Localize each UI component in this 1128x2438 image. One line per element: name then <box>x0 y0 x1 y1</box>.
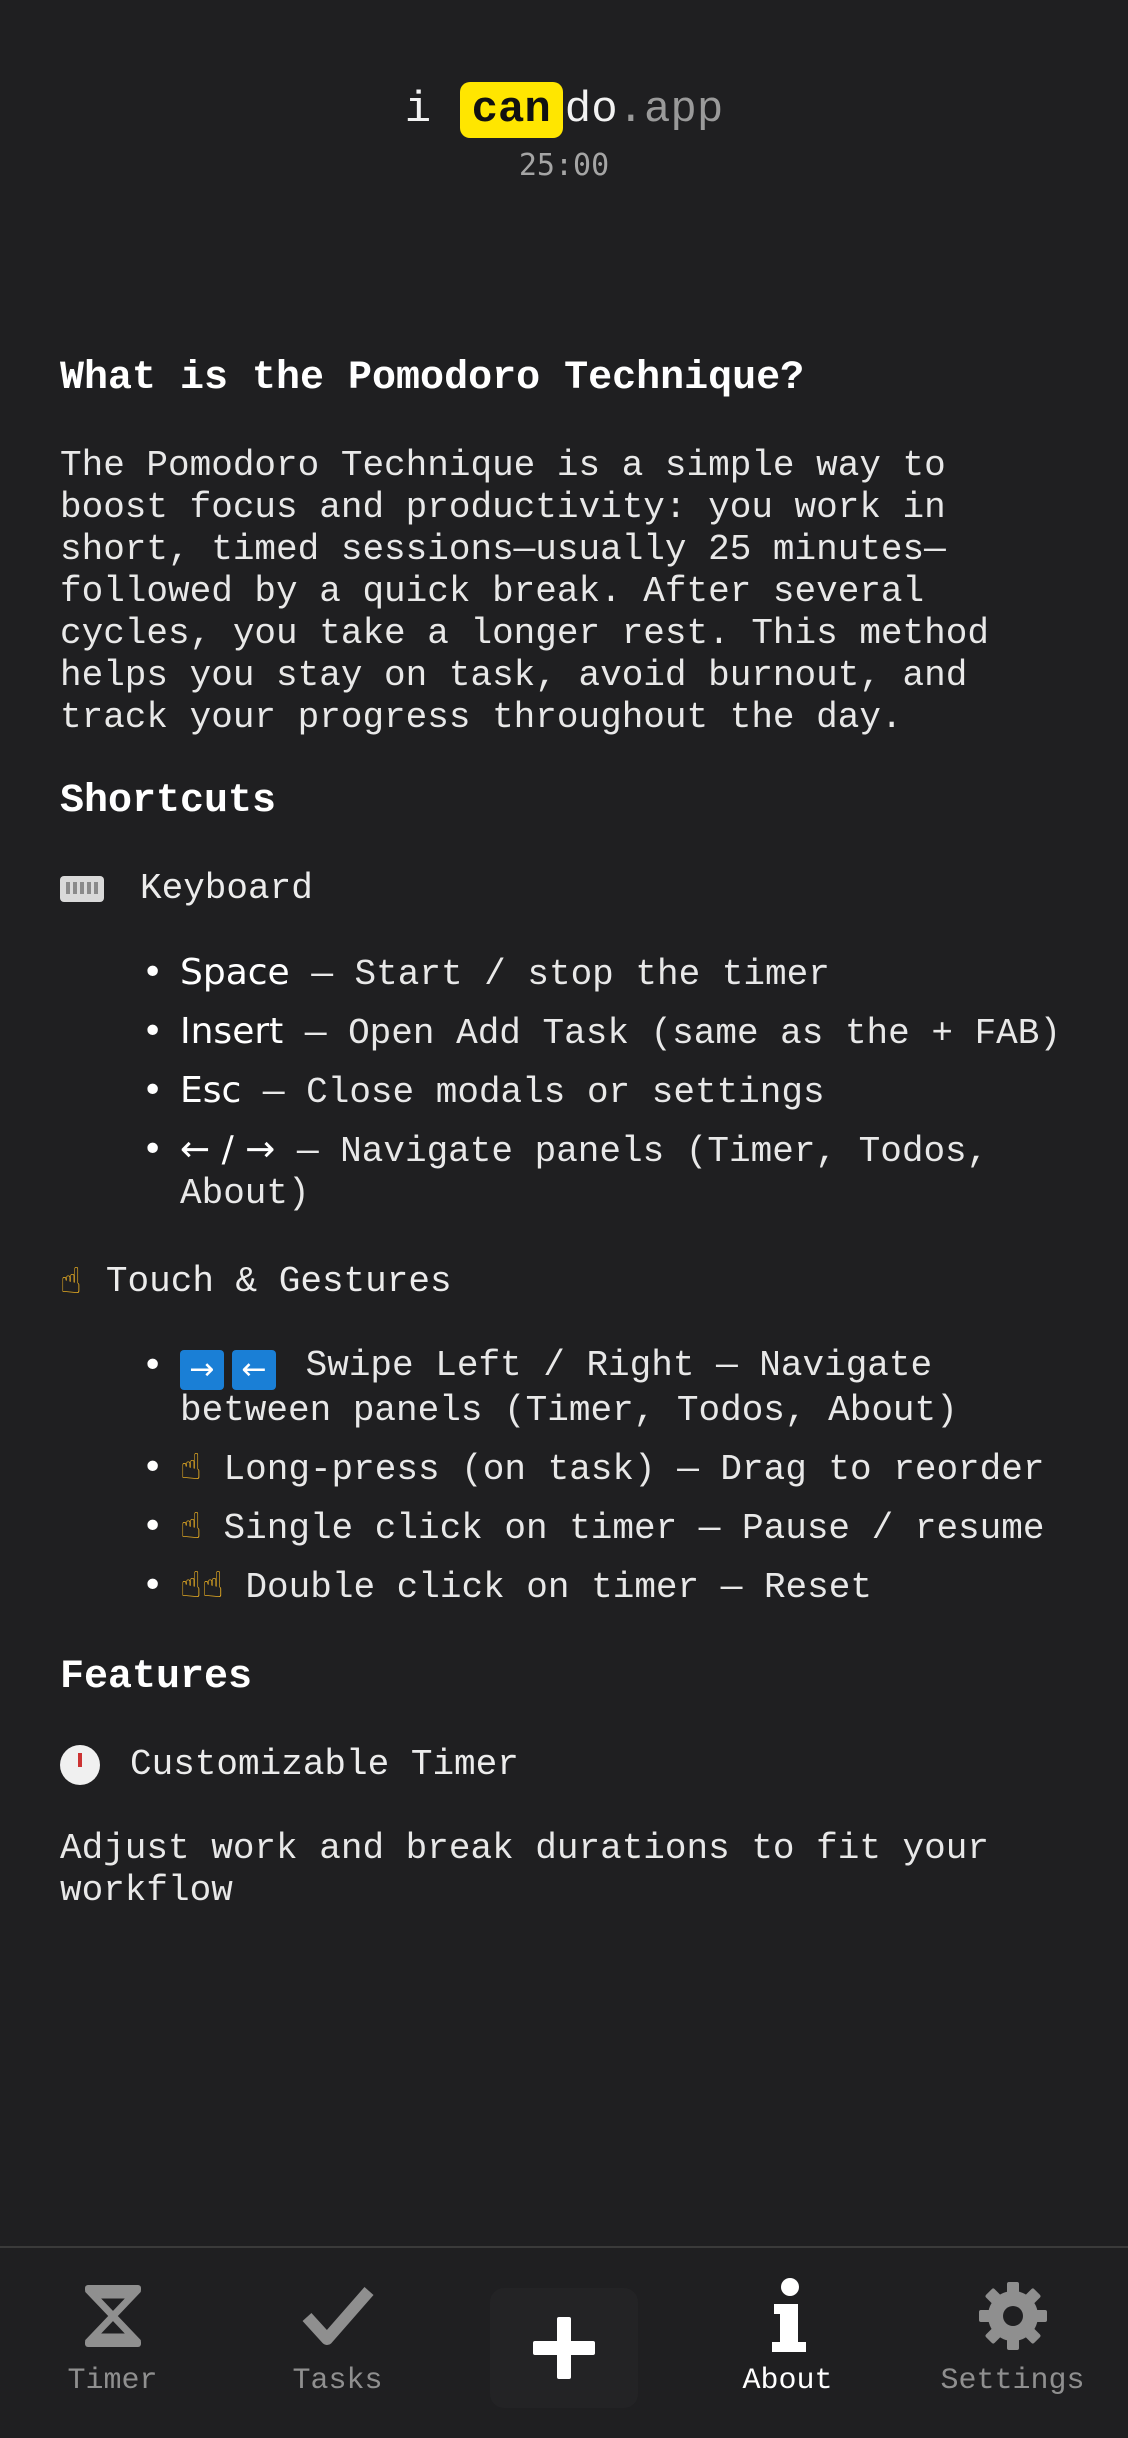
right-arrow-icon: → <box>180 1350 224 1390</box>
logo-tld: .app <box>617 85 724 135</box>
pointing-hand-icon: ☝ <box>180 1506 202 1547</box>
about-panel: What is the Pomodoro Technique? The Pomo… <box>60 340 1070 1952</box>
tab-about[interactable]: About <box>675 2278 900 2398</box>
tab-timer-label: Timer <box>67 2364 158 2398</box>
app-header: i can do.app 25:00 <box>0 80 1128 183</box>
shortcut-desc: — Close modals or settings <box>241 1072 825 1113</box>
tab-settings-label: Settings <box>940 2364 1085 2398</box>
keyboard-icon <box>60 876 104 902</box>
keyboard-shortcut-list: Space — Start / stop the timer Insert — … <box>60 952 1070 1215</box>
logo-do: do <box>564 85 618 135</box>
keyboard-label: Keyboard <box>140 868 313 909</box>
info-icon <box>675 2278 900 2354</box>
feature-subheading: Customizable Timer <box>60 1744 1070 1786</box>
shortcut-desc: — Open Add Task (same as the + FAB) <box>283 1013 1061 1054</box>
header-timer[interactable]: 25:00 <box>0 148 1128 183</box>
touch-label: Touch & Gestures <box>105 1261 452 1302</box>
list-item: Insert — Open Add Task (same as the + FA… <box>142 1011 1070 1055</box>
pointing-hand-icon: ☝ <box>60 1261 82 1302</box>
shortcut-key: Insert <box>180 1011 284 1052</box>
logo-highlight: can <box>459 82 563 138</box>
list-item: ☝ Long-press (on task) — Drag to reorder <box>142 1447 1070 1491</box>
tab-about-label: About <box>742 2364 833 2398</box>
app-logo: i can do.app <box>0 80 1128 140</box>
feature-label: Customizable Timer <box>130 1744 519 1785</box>
touch-subheading: ☝ Touch & Gestures <box>60 1261 1070 1303</box>
shortcut-key: Space <box>180 952 290 993</box>
feature-desc: Adjust work and break durations to fit y… <box>60 1828 989 1911</box>
shortcut-key: Esc <box>180 1070 242 1111</box>
keyboard-subheading: Keyboard <box>60 868 1070 910</box>
plus-icon <box>533 2317 595 2379</box>
checkmark-icon <box>225 2278 450 2354</box>
page-title: What is the Pomodoro Technique? <box>60 356 805 401</box>
bottom-tab-bar: Timer Tasks About Settings <box>0 2246 1128 2438</box>
list-item: ← / → — Navigate panels (Timer, Todos, A… <box>142 1129 1070 1215</box>
left-arrow-icon: ← <box>232 1350 276 1390</box>
tab-settings[interactable]: Settings <box>900 2278 1125 2398</box>
gesture-desc: Single click on timer — Pause / resume <box>223 1508 1045 1549</box>
logo-prefix: i <box>404 85 432 135</box>
shortcut-desc: — Navigate panels (Timer, Todos, About) <box>180 1131 989 1214</box>
add-task-button[interactable] <box>490 2288 638 2408</box>
tab-tasks-label: Tasks <box>292 2364 383 2398</box>
touch-shortcut-list: →← Swipe Left / Right — Navigate between… <box>60 1345 1070 1609</box>
hourglass-icon <box>0 2278 225 2354</box>
gear-icon <box>900 2278 1125 2354</box>
shortcut-desc: — Start / stop the timer <box>289 954 830 995</box>
gesture-desc: Swipe Left / Right — Navigate between pa… <box>180 1345 958 1431</box>
features-heading: Features <box>60 1655 253 1700</box>
list-item: →← Swipe Left / Right — Navigate between… <box>142 1345 1070 1432</box>
double-pointing-hand-icon: ☝☝ <box>180 1565 224 1606</box>
shortcut-key: ← / → <box>180 1129 276 1170</box>
list-item: ☝ Single click on timer — Pause / resume <box>142 1506 1070 1550</box>
list-item: ☝☝ Double click on timer — Reset <box>142 1565 1070 1609</box>
list-item: Esc — Close modals or settings <box>142 1070 1070 1114</box>
intro-text: The Pomodoro Technique is a simple way t… <box>60 445 989 738</box>
pointing-hand-icon: ☝ <box>180 1447 202 1488</box>
stopwatch-icon <box>60 1745 100 1785</box>
shortcuts-heading: Shortcuts <box>60 779 277 824</box>
tab-timer[interactable]: Timer <box>0 2278 225 2398</box>
tab-tasks[interactable]: Tasks <box>225 2278 450 2398</box>
list-item: Space — Start / stop the timer <box>142 952 1070 996</box>
gesture-desc: Double click on timer — Reset <box>245 1567 872 1608</box>
gesture-desc: Long-press (on task) — Drag to reorder <box>223 1449 1045 1490</box>
